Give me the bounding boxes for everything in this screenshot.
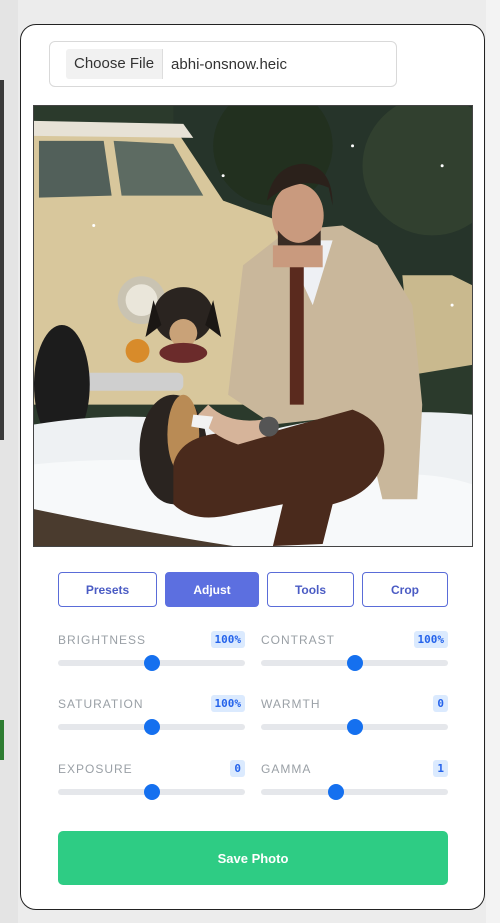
tab-tools[interactable]: Tools (267, 572, 354, 607)
saturation-slider-thumb[interactable] (143, 719, 160, 735)
contrast-slider-thumb[interactable] (346, 655, 363, 671)
background-green-strip (0, 720, 4, 760)
tab-crop[interactable]: Crop (362, 572, 448, 607)
contrast-value: 100% (413, 631, 448, 648)
brightness-value: 100% (210, 631, 245, 648)
exposure-value: 0 (230, 760, 245, 777)
save-photo-button[interactable]: Save Photo (58, 831, 448, 885)
tab-adjust[interactable]: Adjust (165, 572, 259, 607)
photo-image (34, 106, 472, 546)
warmth-slider[interactable] (261, 719, 448, 735)
contrast-slider[interactable] (261, 655, 448, 671)
warmth-value: 0 (433, 695, 448, 712)
brightness-label: BRIGHTNESS (58, 633, 147, 647)
gamma-slider-thumb[interactable] (327, 784, 344, 800)
brightness-slider[interactable] (58, 655, 245, 671)
background-window-edge (0, 0, 18, 923)
brightness-slider-thumb[interactable] (143, 655, 160, 671)
photo-editor-card: Choose File abhi-onsnow.heic Presets Adj… (20, 24, 485, 910)
contrast-label: CONTRAST (261, 633, 335, 647)
file-input[interactable]: Choose File abhi-onsnow.heic (49, 41, 397, 87)
gamma-slider[interactable] (261, 784, 448, 800)
saturation-value: 100% (210, 695, 245, 712)
gamma-label: GAMMA (261, 762, 312, 776)
saturation-label: SATURATION (58, 697, 144, 711)
photo-preview (33, 105, 473, 547)
background-dark-strip (0, 80, 4, 440)
file-name: abhi-onsnow.heic (171, 55, 287, 73)
background-window-edge-right (486, 0, 500, 923)
saturation-slider[interactable] (58, 719, 245, 735)
gamma-value: 1 (433, 760, 448, 777)
warmth-label: WARMTH (261, 697, 321, 711)
exposure-slider-thumb[interactable] (143, 784, 160, 800)
tab-presets[interactable]: Presets (58, 572, 157, 607)
exposure-slider[interactable] (58, 784, 245, 800)
choose-file-button[interactable]: Choose File (66, 49, 164, 79)
exposure-label: EXPOSURE (58, 762, 133, 776)
warmth-slider-thumb[interactable] (346, 719, 363, 735)
